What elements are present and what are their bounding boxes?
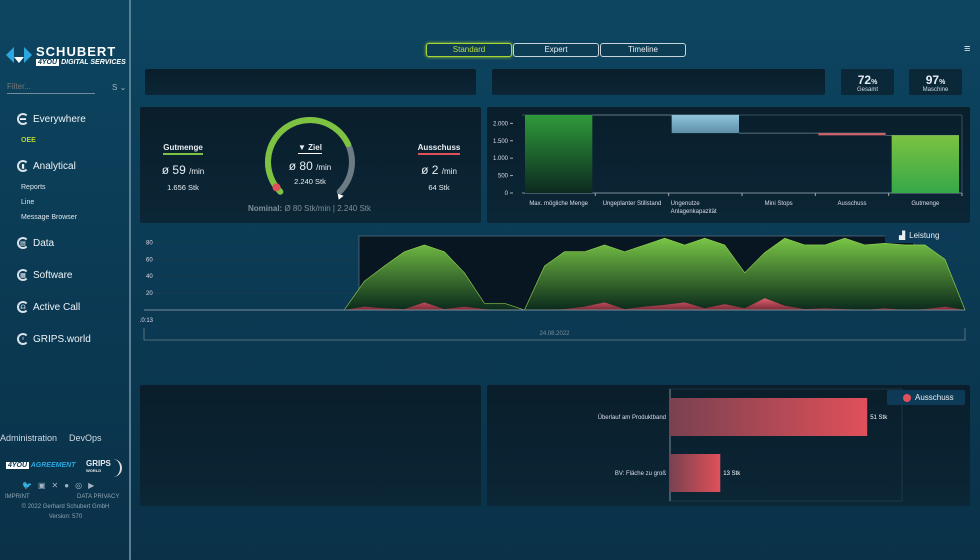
- x-start-label: 10:13: [140, 318, 154, 324]
- facebook-icon[interactable]: ●: [64, 481, 69, 490]
- gauge-panel: Gutmenge ø 59 /min 1.656 Stk Ausschuss ø 2 …: [140, 107, 481, 223]
- tab-expert[interactable]: Expert: [513, 43, 599, 57]
- brand-tagline: 4YOU DIGITAL SERVICES: [36, 59, 126, 66]
- scrap-bar: [670, 454, 721, 492]
- waterfall-bar: [818, 133, 886, 136]
- info-bar-right: [492, 69, 825, 95]
- linkedin-icon[interactable]: ▣: [38, 481, 46, 490]
- privacy-link[interactable]: DATA PRIVACY: [77, 494, 119, 500]
- devops-link[interactable]: DevOps: [69, 433, 102, 443]
- ausschuss-stat: Ausschuss ø 2 /min 64 Stk: [417, 143, 461, 192]
- scrap-panel: Überlauf am Produktband 51 Stk BV: Fläche …: [487, 385, 970, 506]
- sidebar: SCHUBERT 4YOUDIGITAL SERVICES S ⌄ ▬Every…: [0, 0, 131, 560]
- x-tick-label: Mini Stops: [765, 201, 793, 207]
- y-tick-label: 1.000: [493, 156, 509, 162]
- nav-line[interactable]: Line: [21, 199, 34, 206]
- tab-timeline[interactable]: Timeline: [600, 43, 686, 57]
- nav-data[interactable]: ▤ Data: [17, 237, 54, 249]
- data-icon: ▤: [17, 237, 29, 249]
- y-tick-label: 60: [146, 257, 153, 263]
- y-tick-label: 0: [505, 191, 509, 197]
- waterfall-panel: 0 500 1.000 1.500 2.000 Max. mögliche Menge Un…: [487, 107, 970, 223]
- bar-chart-icon: ▟: [899, 231, 906, 240]
- waterfall-bar: [525, 115, 593, 193]
- performance-area-chart: 20 40 60 80 10:13 24.08.2022: [138, 235, 966, 341]
- category-label: BV: Fläche zu groß: [615, 471, 666, 477]
- waterfall-chart: 0 500 1.000 1.500 2.000 Max. mögliche Menge Un…: [493, 114, 963, 215]
- social-links: 🐦 ▣ ✕ ● ◎ ▶: [22, 481, 94, 490]
- leistung-legend[interactable]: ▟ Leistung: [885, 228, 962, 243]
- twitter-icon[interactable]: 🐦: [22, 481, 32, 490]
- category-label: Überlauf am Produktband: [598, 414, 666, 421]
- gutmenge-stat: Gutmenge ø 59 /min 1.656 Stk: [161, 143, 205, 192]
- nav-software[interactable]: ▦ Software: [17, 269, 72, 281]
- info-bar-left: [145, 69, 476, 95]
- schubert-logo-icon: [6, 47, 32, 63]
- performance-panel: 20 40 60 80 10:13 24.08.2022 ▟Leistung: [138, 228, 970, 346]
- youtube-icon[interactable]: ▶: [88, 481, 94, 490]
- y-tick-label: 80: [146, 240, 153, 246]
- imprint-link[interactable]: IMPRINT: [5, 494, 30, 500]
- agreement-link[interactable]: 4YOU AGREEMENT: [6, 462, 75, 469]
- y-tick-label: 1.500: [493, 139, 509, 145]
- x-tick-label: Max. mögliche Menge: [529, 201, 588, 207]
- nominal-text: Nominal: Ø 80 Stk/min | 2.240 Stk: [248, 204, 372, 213]
- value-label: 13 Stk: [723, 471, 741, 477]
- grips-icon: ♁: [17, 333, 29, 345]
- y-tick-label: 500: [498, 174, 509, 180]
- everywhere-icon: ▬: [17, 113, 29, 125]
- copyright: © 2022 Gerhard Schubert GmbH: [21, 504, 110, 510]
- version: Version: 570: [48, 514, 83, 520]
- empty-panel: [140, 385, 481, 506]
- gauge-target-marker: [337, 193, 344, 200]
- ausschuss-legend[interactable]: Ausschuss: [887, 390, 965, 405]
- xing-icon[interactable]: ✕: [52, 481, 59, 490]
- ziel-stat: ▼ Ziel ø 80 /min 2.240 Stk: [288, 143, 332, 186]
- y-tick-label: 2.000: [493, 121, 509, 127]
- nav-active-call[interactable]: ☊ Active Call: [17, 301, 80, 313]
- instagram-icon[interactable]: ◎: [75, 481, 82, 490]
- kpi-gesamt: 72% Gesamt: [841, 69, 894, 95]
- x-tick-label: Ausschuss: [837, 201, 866, 207]
- legend-dot-icon: [903, 393, 911, 402]
- kpi-maschine: 97% Maschine: [909, 69, 962, 95]
- waterfall-bar: [671, 115, 739, 134]
- x-tick-label: Gutmenge: [911, 201, 940, 207]
- waterfall-bar: [891, 135, 959, 193]
- filter-input[interactable]: [7, 80, 95, 94]
- scrap-bar: [670, 398, 868, 436]
- tab-standard[interactable]: Standard: [426, 43, 512, 57]
- active-call-icon: ☊: [17, 301, 29, 313]
- menu-icon[interactable]: ≡: [964, 43, 970, 55]
- nav-analytical[interactable]: ▮ Analytical: [17, 160, 76, 172]
- y-tick-label: 20: [146, 291, 153, 297]
- filter-select[interactable]: S ⌄: [112, 83, 126, 92]
- x-tick-label: Ungeplanter Stillstand: [603, 201, 662, 207]
- brand-name: SCHUBERT: [36, 44, 117, 59]
- nav-message-browser[interactable]: Message Browser: [21, 214, 77, 221]
- x-tick-label: Ungenutze Anlagenkapazität: [671, 201, 717, 215]
- administration-link[interactable]: Administration: [0, 433, 57, 443]
- analytical-icon: ▮: [17, 160, 29, 172]
- nav-grips-world[interactable]: ♁ GRIPS.world: [17, 333, 91, 345]
- date-label: 24.08.2022: [539, 331, 570, 337]
- value-label: 51 Stk: [870, 415, 888, 421]
- nav-everywhere[interactable]: ▬ Everywhere: [17, 113, 86, 125]
- y-tick-label: 40: [146, 274, 153, 280]
- nav-oee[interactable]: OEE: [21, 137, 36, 144]
- grips-logo[interactable]: GRIPS WORLD: [86, 459, 122, 477]
- nav-reports[interactable]: Reports: [21, 184, 46, 191]
- software-icon: ▦: [17, 269, 29, 281]
